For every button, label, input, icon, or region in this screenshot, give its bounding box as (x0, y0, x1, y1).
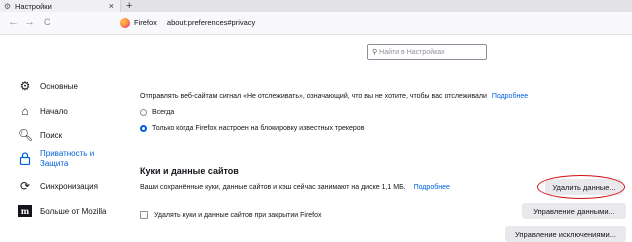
clear-data-button[interactable]: Удалить данные... (545, 179, 623, 195)
sidebar-item-more-from-mozilla[interactable]: m Больше от Mozilla (18, 205, 107, 217)
sidebar-item-sync[interactable]: ⟳ Синхронизация (18, 179, 98, 193)
cookies-section-title: Куки и данные сайтов (140, 166, 239, 176)
sidebar-item-label: Основные (40, 81, 78, 91)
new-tab-button[interactable]: + (126, 0, 132, 12)
sidebar-item-search[interactable]: 🔍︎ Поиск (18, 128, 62, 142)
close-tab-icon[interactable]: × (109, 0, 114, 12)
settings-search-input[interactable]: ⚲ Найти в Настройках (367, 44, 487, 60)
reload-button[interactable]: C (44, 15, 51, 29)
sidebar-item-label: Приватность и Защита (40, 149, 94, 169)
cookies-usage-text: Ваши сохранённые куки, данные сайтов и к… (140, 184, 406, 191)
dnt-text: Отправлять веб-сайтам сигнал «Не отслежи… (140, 93, 487, 100)
search-icon: ⚲ (372, 49, 378, 56)
sidebar-item-privacy[interactable]: Приватность и Защита (18, 149, 94, 169)
radio-label: Всегда (152, 109, 175, 116)
manage-exceptions-button[interactable]: Управление исключениями... (505, 226, 626, 242)
navigation-bar (0, 12, 632, 35)
gear-icon: ⚙ (3, 1, 12, 11)
radio-label: Только когда Firefox настроен на блокиро… (152, 125, 365, 132)
sidebar-item-label: Синхронизация (40, 181, 98, 191)
search-placeholder: Найти в Настройках (379, 48, 445, 56)
manage-data-button[interactable]: Управление данными... (522, 203, 626, 219)
delete-on-close-checkbox[interactable] (140, 211, 148, 219)
radio-tracking-protection[interactable] (140, 125, 147, 132)
sidebar-item-label-line2: Защита (40, 159, 69, 168)
sidebar-item-label-line1: Приватность и (40, 149, 95, 158)
dnt-learn-more-link[interactable]: Подробнее (492, 93, 528, 100)
forward-button[interactable]: → (24, 15, 35, 29)
dnt-option-always[interactable]: Всегда (140, 109, 174, 116)
home-icon: ⌂ (21, 104, 29, 118)
sidebar-item-home[interactable]: ⌂ Начало (18, 104, 68, 118)
sidebar-item-label: Начало (40, 106, 68, 116)
sidebar-item-label: Больше от Mozilla (40, 206, 107, 216)
sidebar-item-general[interactable]: ⚙ Основные (18, 79, 78, 93)
checkbox-label: Удалять куки и данные сайтов при закрыти… (154, 211, 322, 219)
back-button[interactable]: ← (8, 15, 19, 29)
firefox-logo-icon (120, 17, 130, 28)
url-text[interactable]: about:preferences#privacy (167, 18, 255, 27)
tab-title: Настройки (15, 1, 52, 11)
sync-icon: ⟳ (19, 179, 31, 193)
gear-icon: ⚙ (19, 79, 31, 93)
search-icon: 🔍︎ (18, 128, 34, 142)
cookies-learn-more-link[interactable]: Подробнее (414, 184, 450, 191)
url-brand: Firefox (134, 18, 157, 27)
cookies-usage: Ваши сохранённые куки, данные сайтов и к… (140, 184, 450, 191)
mozilla-icon: m (18, 205, 32, 217)
sidebar-item-label: Поиск (40, 130, 63, 140)
lock-icon (18, 152, 32, 166)
dnt-description: Отправлять веб-сайтам сигнал «Не отслежи… (140, 93, 528, 100)
radio-always[interactable] (140, 109, 147, 116)
url-bar[interactable]: Firefox about:preferences#privacy (120, 15, 255, 30)
tab-settings[interactable]: ⚙ Настройки × (0, 0, 121, 12)
dnt-option-tracking-protection[interactable]: Только когда Firefox настроен на блокиро… (140, 125, 364, 132)
delete-on-close-option[interactable]: Удалять куки и данные сайтов при закрыти… (140, 211, 322, 219)
